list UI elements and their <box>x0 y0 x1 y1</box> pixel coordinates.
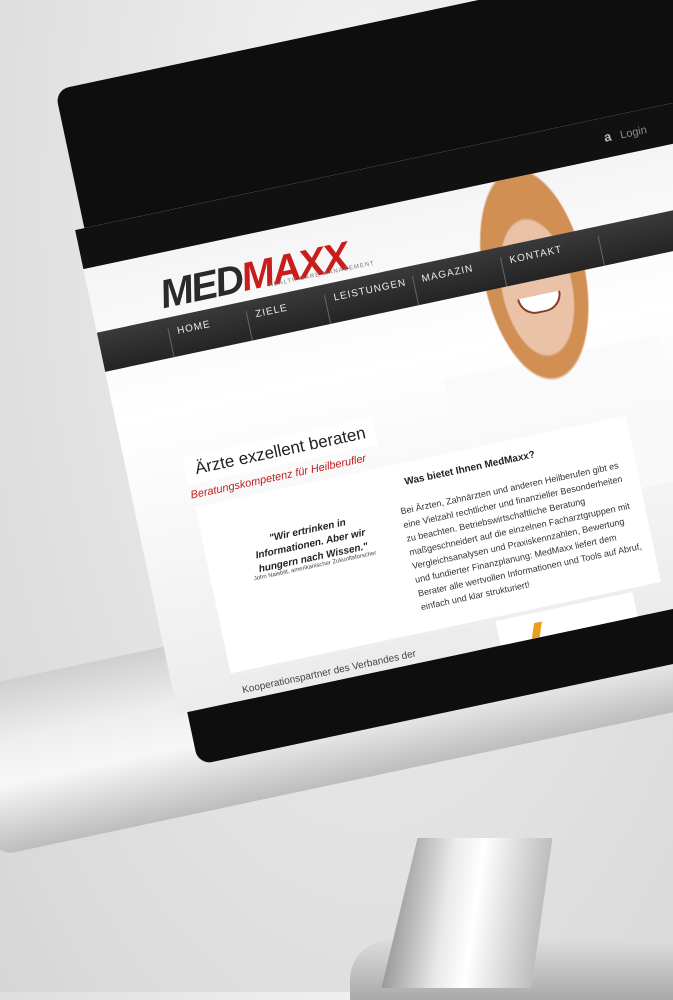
login-label: Login <box>619 124 648 142</box>
login-link[interactable]: a Login <box>603 121 648 145</box>
lock-icon: a <box>602 128 613 145</box>
nav-item-leistungen[interactable]: LEISTUNGEN <box>323 277 412 325</box>
nav-item-divider <box>597 234 613 266</box>
monitor-stand-neck <box>381 838 552 988</box>
nav-item-ziele[interactable]: ZIELE <box>245 302 293 341</box>
nav-item-home[interactable]: HOME <box>167 318 216 358</box>
